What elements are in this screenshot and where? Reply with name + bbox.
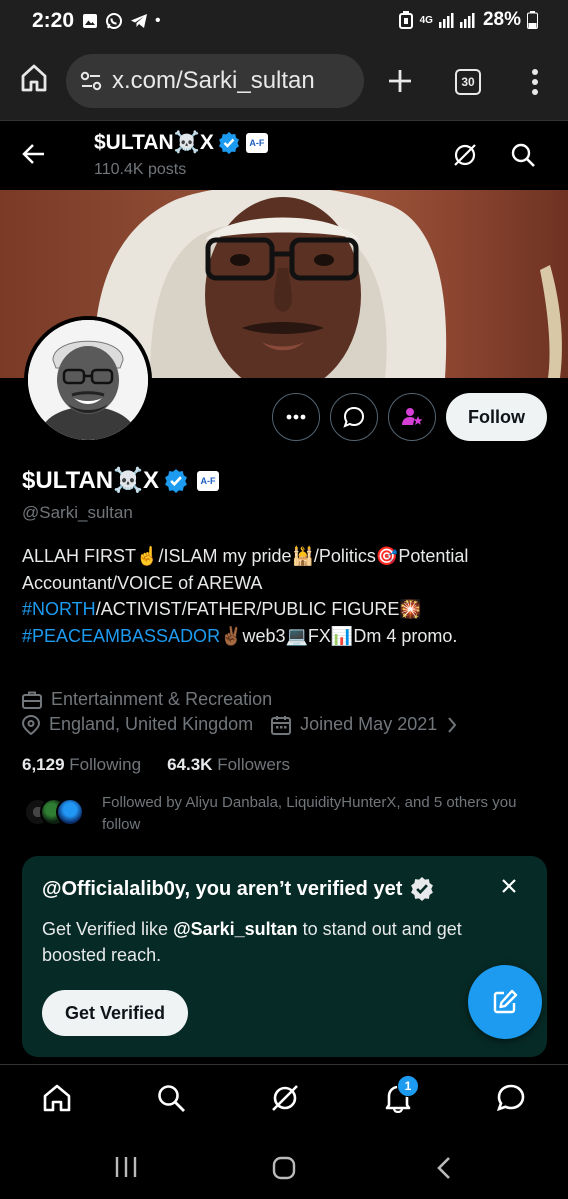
header-name-text: $ULTAN☠️X bbox=[94, 131, 214, 154]
bio-text-middle: /ACTIVIST/FATHER/PUBLIC FIGURE🎇 bbox=[95, 599, 422, 619]
followed-by-row[interactable]: Followed by Aliyu Danbala, LiquidityHunt… bbox=[22, 792, 542, 836]
follower-avatar-3 bbox=[56, 798, 84, 826]
follow-stats: 6,129 Following 64.3K Followers bbox=[22, 755, 290, 775]
compose-post-button[interactable] bbox=[468, 965, 542, 1039]
followers-label: Followers bbox=[217, 755, 290, 774]
system-back-icon[interactable] bbox=[436, 1156, 452, 1180]
verification-prompt-card: @Officialalib0y, you aren’t verified yet… bbox=[22, 856, 547, 1057]
bio-text-start: ALLAH FIRST☝️/ISLAM my pride🕌/Politics🎯P… bbox=[22, 546, 469, 593]
followers-link[interactable]: 64.3K Followers bbox=[167, 755, 290, 775]
profile-header-bar: $ULTAN☠️X A-F 110.4K posts bbox=[0, 120, 568, 190]
hashtag-peaceambassador[interactable]: #PEACEAMBASSADOR bbox=[22, 626, 220, 646]
person-star-icon bbox=[402, 408, 423, 425]
affiliate-badge-text: A-F bbox=[200, 475, 216, 486]
profile-name: $ULTAN☠️X A-F bbox=[22, 466, 219, 495]
subscribe-button[interactable] bbox=[388, 393, 436, 441]
status-dot: • bbox=[155, 12, 161, 29]
location-pin-icon bbox=[22, 714, 40, 735]
browser-toolbar: x.com/Sarki_sultan 30 bbox=[0, 42, 568, 120]
following-label: Following bbox=[69, 755, 142, 774]
new-tab-icon[interactable] bbox=[388, 69, 412, 93]
profile-category: Entertainment & Recreation bbox=[22, 689, 272, 710]
battery-percent: 28% bbox=[482, 9, 521, 30]
verify-title-text: @Officialalib0y, you aren’t verified yet bbox=[42, 877, 403, 900]
bio-text-end: ✌🏾web3💻FX📊Dm 4 promo. bbox=[220, 625, 458, 646]
status-bar: 2:20 • 4G 28% bbox=[0, 0, 568, 42]
follow-button[interactable]: Follow bbox=[446, 393, 547, 441]
grok-icon[interactable] bbox=[452, 142, 478, 168]
site-settings-icon[interactable] bbox=[80, 71, 102, 91]
close-icon[interactable] bbox=[501, 878, 517, 894]
profile-name-text: $ULTAN☠️X bbox=[22, 467, 159, 494]
bottom-navigation-bar bbox=[0, 1064, 568, 1134]
category-text: Entertainment & Recreation bbox=[51, 689, 273, 709]
verify-card-description: Get Verified like @Sarki_sultan to stand… bbox=[42, 916, 512, 968]
back-arrow-icon[interactable] bbox=[22, 143, 46, 165]
system-navigation-bar bbox=[0, 1134, 568, 1199]
tab-switcher-button[interactable]: 30 bbox=[455, 69, 481, 95]
whatsapp-icon bbox=[106, 13, 122, 29]
joined-date-text: Joined May 2021 bbox=[300, 714, 438, 734]
gallery-icon bbox=[83, 14, 97, 28]
signal-icon bbox=[438, 13, 475, 28]
verify-card-title: @Officialalib0y, you aren’t verified yet bbox=[42, 877, 434, 901]
profile-bio: ALLAH FIRST☝️/ISLAM my pride🕌/Politics🎯P… bbox=[22, 543, 542, 649]
search-icon[interactable] bbox=[156, 1083, 186, 1113]
avatar-portrait-illustration bbox=[28, 320, 148, 440]
briefcase-icon bbox=[22, 691, 42, 709]
verified-badge-icon[interactable] bbox=[164, 468, 188, 493]
following-count: 6,129 bbox=[22, 755, 65, 774]
profile-location-joined: England, United Kingdom Joined May 2021 bbox=[22, 714, 457, 735]
following-link[interactable]: 6,129 Following bbox=[22, 755, 141, 775]
more-dots-icon bbox=[286, 414, 306, 420]
verify-desc-handle[interactable]: @Sarki_sultan bbox=[173, 919, 298, 939]
hashtag-north[interactable]: #NORTH bbox=[22, 599, 96, 619]
message-bubble-icon bbox=[343, 406, 365, 428]
recent-apps-icon[interactable] bbox=[114, 1156, 138, 1178]
chevron-right-icon[interactable] bbox=[447, 716, 457, 734]
calendar-icon bbox=[271, 715, 292, 735]
grok-icon[interactable] bbox=[270, 1083, 300, 1113]
affiliate-badge-text: A-F bbox=[249, 138, 265, 148]
status-system-icons: 4G 28% bbox=[398, 9, 538, 31]
get-verified-button[interactable]: Get Verified bbox=[42, 990, 188, 1036]
compose-pencil-icon bbox=[493, 989, 518, 1014]
header-post-count: 110.4K posts bbox=[94, 161, 187, 178]
message-button[interactable] bbox=[330, 393, 378, 441]
url-bar[interactable]: x.com/Sarki_sultan bbox=[66, 54, 364, 108]
verify-desc-prefix: Get Verified like bbox=[42, 919, 174, 939]
affiliate-badge: A-F bbox=[245, 133, 268, 153]
battery-icon bbox=[527, 11, 538, 29]
browser-home-icon[interactable] bbox=[21, 64, 47, 92]
status-time: 2:20 bbox=[32, 9, 75, 32]
network-type: 4G bbox=[419, 14, 433, 26]
system-home-icon[interactable] bbox=[272, 1156, 296, 1180]
location-text: England, United Kingdom bbox=[49, 714, 254, 734]
home-icon[interactable] bbox=[42, 1083, 72, 1113]
telegram-icon bbox=[131, 14, 147, 28]
more-options-button[interactable] bbox=[272, 393, 320, 441]
verified-badge-icon bbox=[218, 132, 239, 154]
url-text[interactable]: x.com/Sarki_sultan bbox=[112, 67, 315, 95]
alarm-icon bbox=[398, 11, 413, 29]
browser-menu-icon[interactable] bbox=[531, 69, 539, 95]
profile-avatar[interactable] bbox=[24, 316, 152, 444]
header-profile-name: $ULTAN☠️X A-F bbox=[94, 131, 268, 155]
profile-handle: @Sarki_sultan bbox=[22, 503, 133, 522]
status-notification-icons: • bbox=[82, 12, 161, 30]
followed-by-text: Followed by Aliyu Danbala, LiquidityHunt… bbox=[102, 794, 517, 833]
notification-count-badge: 1 bbox=[397, 1075, 419, 1097]
messages-icon[interactable] bbox=[496, 1083, 526, 1113]
affiliate-badge[interactable]: A-F bbox=[197, 470, 219, 491]
verified-badge-outline-icon bbox=[411, 877, 434, 901]
search-icon[interactable] bbox=[510, 142, 536, 168]
followers-count: 64.3K bbox=[167, 755, 213, 774]
